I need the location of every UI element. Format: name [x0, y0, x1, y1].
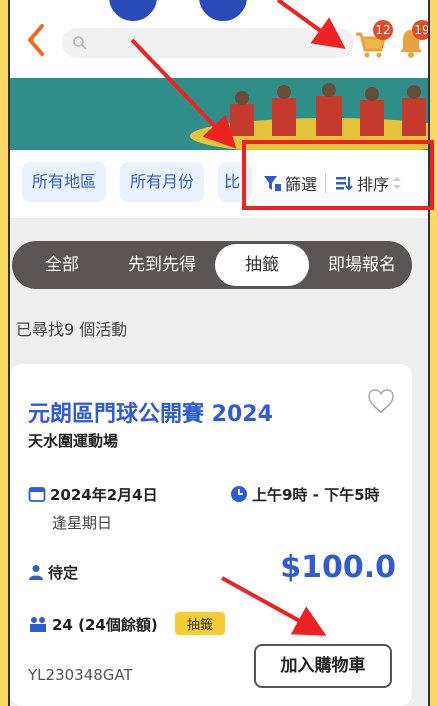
activity-type-tabs: 全部 先到先得 抽籤 即場報名 — [12, 241, 412, 289]
tab-first-come[interactable]: 先到先得 — [115, 244, 209, 286]
filter-label: 篩選 — [285, 175, 318, 194]
sort-direction-icon — [393, 177, 402, 189]
divider — [325, 173, 327, 193]
time-text: 上午9時 - 下午5時 — [252, 486, 380, 504]
quota-text: 24 (24個餘額) — [52, 616, 158, 634]
cart-button[interactable]: 12 — [353, 20, 393, 60]
sort-label: 排序 — [357, 175, 390, 194]
person-icon — [29, 565, 43, 580]
event-price: $100.0 — [280, 550, 396, 585]
tab-all[interactable]: 全部 — [15, 244, 109, 286]
month-filter-chip[interactable]: 所有月份 — [120, 162, 205, 202]
region-filter-chip[interactable]: 所有地區 — [22, 162, 107, 202]
filter-sort-tools: 篩選 排序 — [262, 168, 402, 198]
back-button[interactable] — [22, 22, 52, 58]
tab-lottery[interactable]: 抽籤 — [215, 244, 309, 286]
event-weekday: 逢星期日 — [52, 514, 113, 532]
event-title[interactable]: 元朗區門球公開賽 2024 — [28, 396, 273, 428]
event-quota: 24 (24個餘額) — [28, 614, 158, 635]
filter-button[interactable]: 篩選 — [262, 171, 317, 195]
date-text: 2024年2月4日 — [50, 486, 158, 504]
calendar-icon — [28, 487, 46, 502]
event-code: YL230348GAT — [28, 666, 133, 684]
cart-count-badge: 12 — [373, 20, 393, 40]
event-status: 待定 — [28, 562, 78, 583]
event-venue: 天水圍運動場 — [28, 432, 119, 450]
event-date: 2024年2月4日 — [28, 484, 158, 505]
status-text: 待定 — [48, 564, 79, 582]
sort-button[interactable]: 排序 — [334, 171, 402, 195]
favorite-heart-icon[interactable] — [366, 386, 396, 416]
method-tag: 抽籤 — [175, 612, 226, 635]
search-icon — [72, 35, 88, 55]
tab-walk-in[interactable]: 即場報名 — [315, 244, 409, 286]
annotation-circle — [106, 0, 160, 24]
clock-icon — [231, 486, 247, 502]
event-time: 上午9時 - 下午5時 — [230, 484, 380, 505]
group-icon — [30, 617, 46, 632]
event-card[interactable]: 元朗區門球公開賽 2024 天水圍運動場 2024年2月4日 逢星期日 上午9時… — [10, 364, 412, 706]
notification-count-badge: 19 — [412, 20, 428, 40]
sort-icon — [336, 177, 353, 191]
filter-icon — [264, 176, 281, 191]
top-bar: 12 19 — [10, 0, 428, 78]
results-count: 已尋找9 個活動 — [16, 320, 128, 339]
add-to-cart-button[interactable]: 加入購物車 — [254, 644, 392, 688]
annotation-circle — [196, 0, 250, 24]
search-input[interactable] — [62, 28, 354, 58]
notifications-button[interactable]: 19 — [396, 20, 428, 60]
